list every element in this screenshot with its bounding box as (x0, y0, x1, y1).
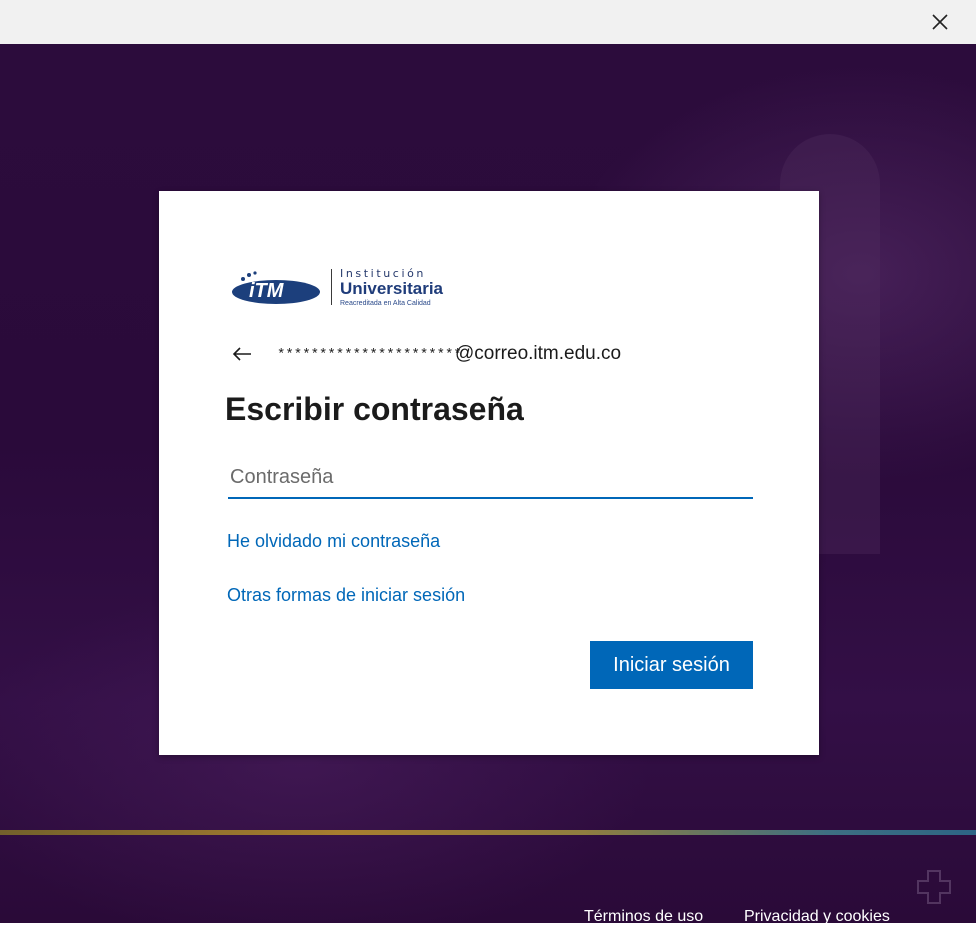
itm-logo-mark-text: iTM (249, 280, 285, 302)
password-input[interactable] (228, 457, 753, 499)
itm-logo: iTM Institución Universitaria Reacredita… (231, 265, 471, 311)
window-titlebar (0, 0, 976, 45)
signin-card: iTM Institución Universitaria Reacredita… (159, 191, 819, 755)
logo-main-text: Universitaria (340, 279, 443, 298)
background-stripe (0, 830, 976, 835)
close-button[interactable] (924, 8, 956, 36)
masked-username: ********************** (277, 347, 462, 363)
logo-divider (331, 269, 332, 305)
privacy-link[interactable]: Privacidad y cookies (744, 908, 890, 926)
itm-logo-mark: iTM (232, 271, 320, 304)
arrow-left-icon (232, 347, 251, 361)
close-icon (932, 14, 948, 30)
forgot-password-link[interactable]: He olvidado mi contraseña (227, 531, 440, 552)
account-domain: @correo.itm.edu.co (455, 343, 622, 364)
terms-link[interactable]: Términos de uso (584, 908, 703, 926)
accessibility-icon[interactable] (916, 869, 952, 905)
page-title: Escribir contraseña (225, 391, 524, 427)
back-button[interactable] (229, 343, 255, 365)
logo-tagline: Reacreditada en Alta Calidad (340, 300, 431, 307)
identity-row: ********************** @correo.itm.edu.c… (229, 337, 749, 373)
signin-button[interactable]: Iniciar sesión (590, 641, 753, 689)
other-signin-options-link[interactable]: Otras formas de iniciar sesión (227, 585, 465, 606)
